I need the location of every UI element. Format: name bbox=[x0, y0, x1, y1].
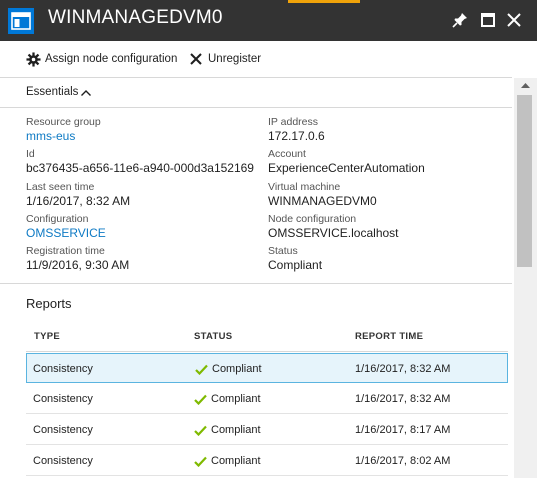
essentials-label: Essentials bbox=[26, 86, 79, 98]
report-time-cell: 1/16/2017, 8:17 AM bbox=[355, 424, 451, 436]
ip-address-label: IP address bbox=[268, 116, 319, 128]
blade-title: WINMANAGEDVM0 bbox=[48, 7, 223, 28]
accent-bar bbox=[288, 0, 360, 3]
blade-title-bar: WINMANAGEDVM0 bbox=[0, 0, 537, 41]
type-cell: Consistency bbox=[33, 393, 93, 405]
account-label: Account bbox=[268, 148, 306, 160]
unregister-button[interactable]: Unregister bbox=[189, 52, 269, 68]
maximize-button[interactable] bbox=[477, 9, 499, 31]
reports-title: Reports bbox=[26, 296, 72, 311]
status-text: Compliant bbox=[211, 393, 261, 405]
unregister-label: Unregister bbox=[208, 53, 262, 65]
report-time-cell: 1/16/2017, 8:02 AM bbox=[355, 455, 451, 467]
vertical-scrollbar[interactable] bbox=[514, 78, 537, 478]
column-header-type[interactable]: TYPE bbox=[34, 331, 60, 342]
essentials-toggle[interactable]: Essentials bbox=[26, 86, 91, 98]
pin-button[interactable] bbox=[449, 9, 471, 31]
last-seen-time-value: 1/16/2017, 8:32 AM bbox=[26, 194, 131, 208]
registration-time-label: Registration time bbox=[26, 245, 105, 257]
type-cell: Consistency bbox=[33, 363, 93, 375]
pin-icon bbox=[452, 13, 467, 28]
id-label: Id bbox=[26, 148, 35, 160]
status-label: Status bbox=[268, 245, 298, 257]
last-seen-time-label: Last seen time bbox=[26, 181, 95, 193]
configuration-label: Configuration bbox=[26, 213, 89, 225]
column-header-report-time[interactable]: REPORT TIME bbox=[355, 331, 423, 342]
node-configuration-value: OMSSERVICE.localhost bbox=[268, 226, 399, 240]
status-text: Compliant bbox=[212, 363, 262, 375]
chevron-up-icon bbox=[81, 90, 91, 96]
table-row[interactable]: Consistency Compliant 1/16/2017, 8:02 AM bbox=[26, 446, 508, 476]
close-button[interactable] bbox=[503, 9, 525, 31]
assign-node-configuration-label: Assign node configuration bbox=[45, 53, 178, 65]
maximize-icon bbox=[481, 13, 495, 27]
registration-time-value: 11/9/2016, 9:30 AM bbox=[26, 258, 130, 272]
scroll-up-button[interactable] bbox=[514, 78, 537, 94]
checkmark-icon bbox=[194, 394, 207, 405]
table-row[interactable]: Consistency Compliant 1/16/2017, 8:32 AM bbox=[26, 353, 508, 383]
report-time-cell: 1/16/2017, 8:32 AM bbox=[355, 393, 451, 405]
ip-address-value: 172.17.0.6 bbox=[268, 129, 325, 143]
account-value: ExperienceCenterAutomation bbox=[268, 161, 425, 175]
report-time-cell: 1/16/2017, 8:32 AM bbox=[355, 363, 451, 375]
virtual-machine-value: WINMANAGEDVM0 bbox=[268, 194, 377, 208]
checkmark-icon bbox=[194, 456, 207, 467]
table-row[interactable]: Consistency Compliant 1/16/2017, 8:17 AM bbox=[26, 415, 508, 445]
table-row[interactable]: Consistency Compliant 1/16/2017, 8:32 AM bbox=[26, 384, 508, 414]
virtual-machine-label: Virtual machine bbox=[268, 181, 341, 193]
column-header-status[interactable]: STATUS bbox=[194, 331, 232, 342]
checkmark-icon bbox=[194, 425, 207, 436]
type-cell: Consistency bbox=[33, 455, 93, 467]
status-text: Compliant bbox=[211, 455, 261, 467]
configuration-link[interactable]: OMSSERVICE bbox=[26, 226, 106, 240]
gear-icon bbox=[26, 52, 41, 67]
scroll-up-arrow-icon bbox=[521, 83, 530, 88]
essentials-bottom-divider bbox=[0, 283, 512, 284]
checkmark-icon bbox=[195, 364, 208, 375]
scroll-thumb[interactable] bbox=[517, 95, 532, 267]
close-icon bbox=[507, 13, 521, 27]
essentials-divider bbox=[0, 107, 512, 108]
blade-content: Essentials Resource group mms-eus Id bc3… bbox=[0, 78, 514, 478]
table-header-divider bbox=[26, 351, 508, 352]
type-cell: Consistency bbox=[33, 424, 93, 436]
node-configuration-label: Node configuration bbox=[268, 213, 357, 225]
status-text: Compliant bbox=[211, 424, 261, 436]
dsc-node-icon bbox=[8, 8, 34, 34]
x-icon bbox=[190, 53, 202, 65]
assign-node-configuration-button[interactable]: Assign node configuration bbox=[26, 52, 178, 68]
resource-group-link[interactable]: mms-eus bbox=[26, 129, 75, 143]
status-value: Compliant bbox=[268, 258, 323, 272]
id-value: bc376435-a656-11e6-a940-000d3a152169 bbox=[26, 161, 254, 175]
command-bar: Assign node configuration Unregister bbox=[0, 41, 537, 78]
resource-group-label: Resource group bbox=[26, 116, 101, 128]
